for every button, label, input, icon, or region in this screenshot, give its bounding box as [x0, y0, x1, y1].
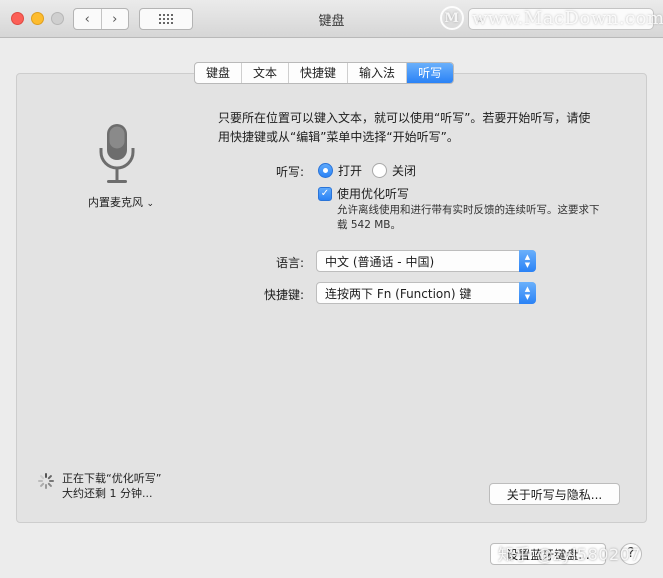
download-status-line1: 正在下载“优化听写” — [62, 472, 162, 485]
microphone-source-label: 内置麦克风 — [88, 196, 143, 209]
spinner-icon — [38, 473, 54, 489]
updown-arrows-icon: ▲ ▼ — [519, 250, 536, 272]
dictation-toggle: 打开 关闭 — [318, 162, 426, 179]
dictation-off-radio[interactable] — [372, 163, 388, 178]
microphone-icon — [82, 124, 152, 191]
privacy-button[interactable]: 关于听写与隐私... — [489, 483, 620, 505]
language-select-value: 中文 (普通话 - 中国) — [325, 254, 435, 269]
dictation-off-label: 关闭 — [392, 164, 417, 178]
language-select[interactable]: 中文 (普通话 - 中国) ▲ ▼ — [316, 250, 536, 272]
updown-arrows-icon: ▲ ▼ — [519, 282, 536, 304]
download-status-line2: 大约还剩 1 分钟... — [62, 487, 153, 500]
dictation-on-label: 打开 — [338, 164, 363, 178]
shortcut-label: 快捷键: — [263, 288, 304, 302]
setup-bluetooth-keyboard-button[interactable]: 设置蓝牙键盘... — [490, 543, 606, 565]
chevron-down-icon: ⌄ — [146, 199, 155, 209]
tab-shortcuts[interactable]: 快捷键 — [288, 63, 347, 83]
dictation-intro-text: 只要所在位置可以键入文本，就可以使用“听写”。若要开始听写，请使用快捷键或从“编… — [218, 111, 591, 144]
search-icon: ⌕ — [477, 11, 484, 26]
tab-keyboard[interactable]: 键盘 — [195, 63, 241, 83]
dictation-label: 听写: — [275, 165, 304, 179]
search-input[interactable] — [487, 12, 638, 26]
keyboard-preferences-window: ‹ › 键盘 ⌕ M www.MacDown.com 键盘 文本 快捷键 输入法… — [0, 0, 663, 578]
tab-dictation[interactable]: 听写 — [406, 63, 454, 83]
title-bar: ‹ › 键盘 ⌕ M www.MacDown.com — [0, 0, 663, 38]
enhanced-dictation-label: 使用优化听写 — [337, 187, 410, 201]
shortcut-select-value: 连按两下 Fn (Function) 键 — [325, 286, 472, 301]
microphone-source-menu[interactable]: 内置麦克风 ⌄ — [88, 194, 154, 210]
dictation-on-radio[interactable] — [318, 163, 333, 178]
enhanced-dictation-description: 允许离线使用和进行带有实时反馈的连续听写。这要求下载 542 MB。 — [337, 204, 600, 231]
search-field[interactable]: ⌕ — [468, 8, 654, 30]
shortcut-select[interactable]: 连按两下 Fn (Function) 键 ▲ ▼ — [316, 282, 536, 304]
enhanced-dictation-option: ✓ 使用优化听写 — [318, 185, 409, 202]
tab-text[interactable]: 文本 — [241, 63, 288, 83]
tab-input-sources[interactable]: 输入法 — [347, 63, 406, 83]
help-button[interactable]: ? — [620, 543, 642, 565]
enhanced-dictation-checkbox[interactable]: ✓ — [318, 186, 332, 201]
tab-bar: 键盘 文本 快捷键 输入法 听写 — [194, 62, 455, 84]
language-label: 语言: — [275, 256, 304, 270]
download-status: 正在下载“优化听写” 大约还剩 1 分钟... — [38, 471, 161, 501]
